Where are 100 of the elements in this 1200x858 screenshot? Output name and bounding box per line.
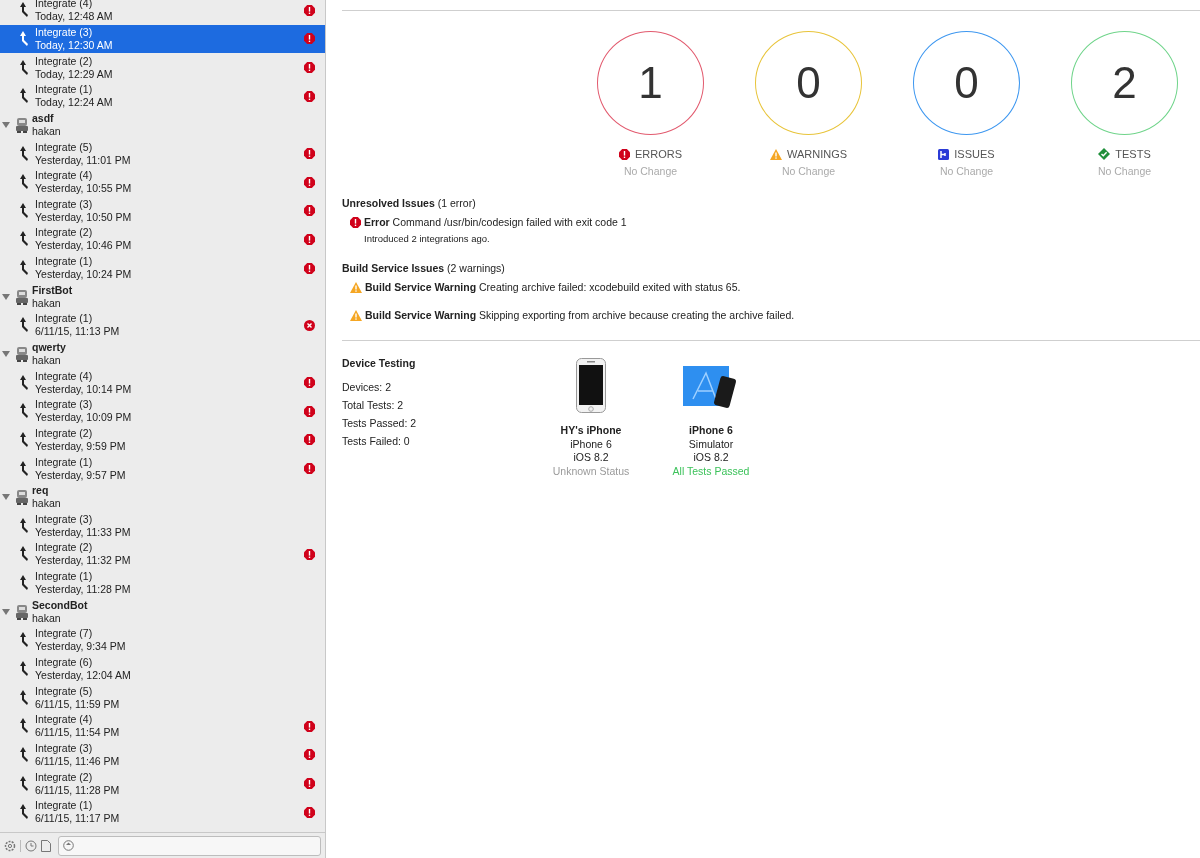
integration-item[interactable]: Integrate (3) Yesterday, 10:50 PM (0, 196, 325, 226)
change-text: No Change (781, 165, 836, 177)
error-icon (304, 377, 315, 389)
integration-item[interactable]: Integrate (4) Yesterday, 10:14 PM (0, 368, 325, 397)
disclosure-icon[interactable] (2, 493, 10, 502)
integration-title: Integrate (1) (35, 799, 94, 813)
warning-icon (769, 148, 782, 160)
integration-time: 6/11/15, 11:13 PM (35, 325, 121, 339)
integration-title: Integrate (2) (35, 54, 94, 68)
build-icon (20, 88, 31, 105)
robot-icon (14, 116, 30, 133)
integration-item[interactable]: Integrate (2) Today, 12:29 AM (0, 53, 325, 82)
error-icon (304, 205, 315, 217)
error-icon (304, 233, 315, 245)
build-icon (20, 517, 31, 534)
bot-owner: hakan (32, 124, 62, 138)
integration-time: 6/11/15, 11:28 PM (35, 783, 121, 797)
issue-message: Build Service Warning Creating archive failed: xcodebuild exited with status 65. (365, 281, 741, 293)
bot-item[interactable]: FirstBot hakan (0, 282, 325, 312)
integration-time: Today, 12:30 AM (35, 38, 114, 52)
disclosure-icon[interactable] (2, 120, 10, 129)
integration-time: Yesterday, 11:33 PM (35, 525, 132, 539)
build-icon (20, 575, 31, 592)
clock-icon[interactable] (25, 839, 37, 852)
document-icon[interactable] (41, 839, 51, 852)
integration-item[interactable]: Integrate (6) Yesterday, 12:04 AM (0, 654, 325, 684)
change-text: No Change (623, 165, 678, 177)
integration-title: Integrate (5) (35, 140, 94, 154)
integration-item[interactable]: Integrate (4) Today, 12:48 AM (0, 0, 325, 25)
integration-item[interactable]: Integrate (2) Yesterday, 11:32 PM (0, 540, 325, 569)
disclosure-icon[interactable] (2, 350, 10, 358)
integration-title: Integrate (2) (35, 770, 94, 784)
integration-item[interactable]: Integrate (2) Yesterday, 10:46 PM (0, 225, 325, 254)
build-icon (20, 661, 31, 678)
integration-time: Today, 12:24 AM (35, 96, 114, 110)
build-icon (20, 174, 31, 191)
error-icon (304, 405, 315, 417)
stat-text: Devices: 2 (342, 381, 393, 393)
integration-item[interactable]: Integrate (7) Yesterday, 9:34 PM (0, 626, 325, 655)
integration-item[interactable]: Integrate (4) Yesterday, 10:55 PM (0, 167, 325, 197)
build-icon (20, 317, 31, 334)
integration-item[interactable]: Integrate (4) 6/11/15, 11:54 PM (0, 712, 325, 741)
integration-item[interactable]: Integrate (3) Yesterday, 10:09 PM (0, 396, 325, 426)
integration-time: Yesterday, 11:32 PM (35, 554, 132, 568)
integration-time: Yesterday, 9:59 PM (35, 439, 127, 453)
integration-item[interactable]: Integrate (3) 6/11/15, 11:46 PM (0, 740, 325, 770)
integration-item[interactable]: Integrate (1) Yesterday, 10:24 PM (0, 253, 325, 283)
integration-time: 6/11/15, 11:46 PM (35, 754, 121, 768)
integration-item[interactable]: Integrate (1) 6/11/15, 11:17 PM (0, 797, 325, 827)
integration-title: Integrate (2) (35, 426, 94, 440)
integration-item[interactable]: Integrate (2) Yesterday, 9:59 PM (0, 425, 325, 455)
bot-name: qwerty (32, 341, 67, 354)
integration-title: Integrate (1) (35, 255, 94, 269)
disclosure-icon[interactable] (2, 607, 10, 616)
bot-item[interactable]: SecondBot hakan (0, 597, 325, 627)
bot-owner: hakan (32, 497, 62, 511)
integration-title: Integrate (3) (35, 398, 94, 412)
integration-item[interactable]: Integrate (1) Yesterday, 11:28 PM (0, 568, 325, 598)
build-icon (20, 202, 31, 219)
change-text: No Change (939, 165, 994, 177)
build-icon (20, 403, 31, 420)
integration-time: Yesterday, 12:04 AM (35, 669, 132, 683)
bot-owner: hakan (32, 296, 62, 310)
build-icon (20, 718, 31, 735)
iphone-icon (576, 358, 606, 413)
integration-time: Yesterday, 10:09 PM (35, 411, 133, 425)
integration-title: Integrate (2) (35, 226, 94, 240)
change-text: No Change (1097, 165, 1152, 177)
error-icon (304, 434, 315, 446)
integration-title: Integrate (4) (35, 713, 94, 727)
disclosure-icon[interactable] (2, 292, 10, 301)
settings-icon[interactable] (4, 839, 16, 852)
integration-time: Yesterday, 11:28 PM (35, 583, 132, 597)
robot-icon (14, 489, 30, 506)
bot-item[interactable]: qwerty hakan (0, 339, 325, 369)
integration-title: Integrate (5) (35, 684, 94, 698)
integration-item[interactable]: Integrate (2) 6/11/15, 11:28 PM (0, 769, 325, 798)
build-icon (20, 2, 31, 19)
section-heading: Build Service Issues (2 warnings) (342, 262, 506, 274)
integration-title: Integrate (2) (35, 541, 94, 555)
integration-title: Integrate (4) (35, 0, 94, 11)
error-icon (304, 176, 315, 188)
integration-item[interactable]: Integrate (3) Today, 12:30 AM (0, 24, 325, 54)
summary-label: WARNINGS (786, 148, 848, 160)
bot-item[interactable]: req hakan (0, 482, 325, 512)
integration-time: 6/11/15, 11:59 PM (35, 697, 121, 711)
error-icon (304, 262, 315, 274)
integration-time: 6/11/15, 11:54 PM (35, 726, 121, 740)
error-icon (304, 778, 315, 790)
bot-item[interactable]: asdf hakan (0, 110, 325, 140)
integration-item[interactable]: Integrate (5) Yesterday, 11:01 PM (0, 139, 325, 168)
build-icon (20, 804, 31, 821)
integration-time: Yesterday, 10:55 PM (35, 182, 133, 196)
filter-field[interactable] (58, 835, 321, 856)
error-icon (618, 148, 630, 160)
bot-name: asdf (32, 111, 55, 125)
integration-title: Integrate (1) (35, 312, 94, 326)
integration-item[interactable]: Integrate (5) 6/11/15, 11:59 PM (0, 683, 325, 712)
integration-time: Today, 12:29 AM (35, 67, 114, 81)
integration-item[interactable]: Integrate (3) Yesterday, 11:33 PM (0, 511, 325, 541)
